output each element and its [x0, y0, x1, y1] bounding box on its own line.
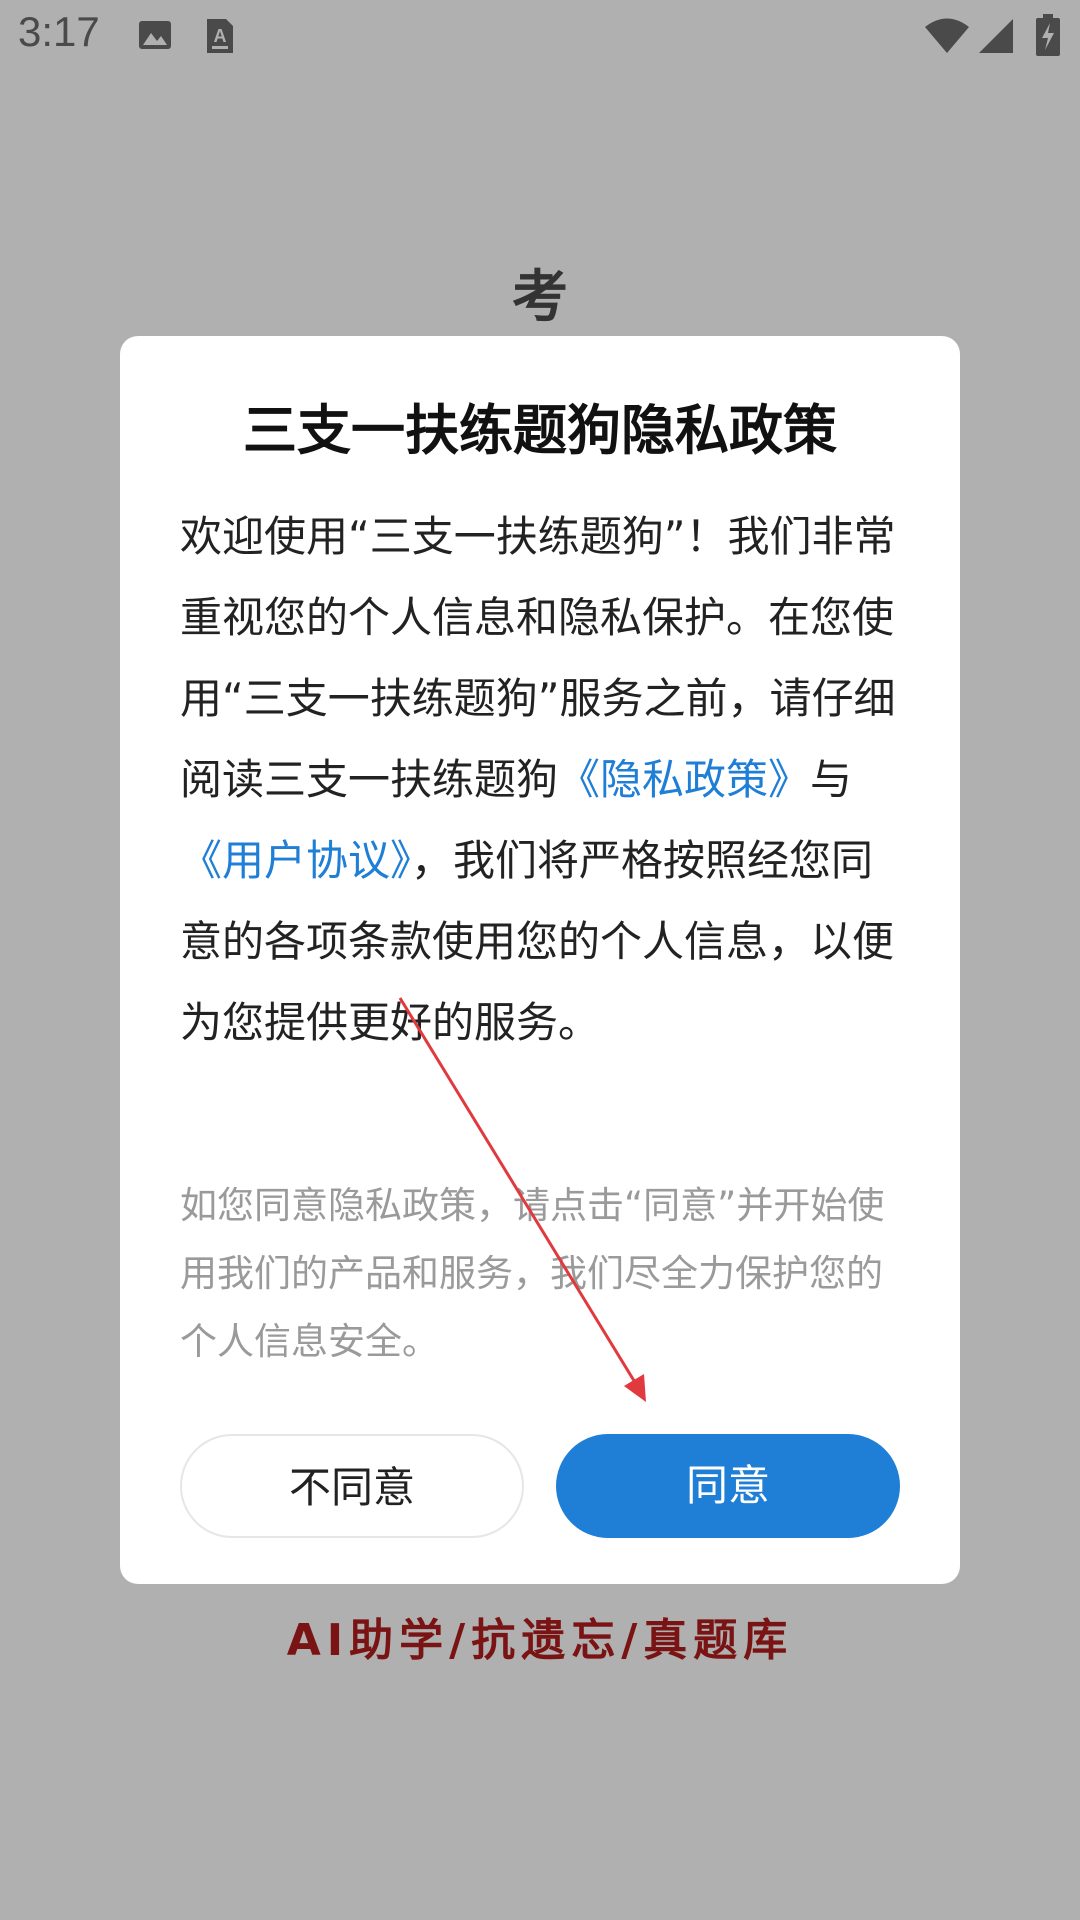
image-notification-icon [138, 18, 172, 56]
user-agreement-link[interactable]: 《用户协议》 [180, 836, 411, 885]
disagree-button[interactable]: 不同意 [180, 1434, 524, 1538]
privacy-policy-link[interactable]: 《隐私政策》 [558, 755, 810, 804]
dialog-body: 欢迎使用“三支一扶练题狗”！我们非常重视您的个人信息和隐私保护。在您使用“三支一… [180, 496, 900, 1063]
privacy-dialog: 三支一扶练题狗隐私政策 欢迎使用“三支一扶练题狗”！我们非常重视您的个人信息和隐… [120, 336, 960, 1584]
dialog-title: 三支一扶练题狗隐私政策 [243, 399, 837, 462]
dialog-body-and: 与 [810, 755, 853, 804]
agree-button[interactable]: 同意 [556, 1434, 900, 1538]
svg-text:A: A [214, 26, 227, 46]
wifi-icon [924, 18, 970, 58]
status-bar: 3:17 A [0, 0, 1080, 72]
signal-icon [978, 18, 1014, 58]
splash-title: 考 [512, 265, 568, 330]
status-time: 3:17 [18, 8, 100, 55]
dialog-note: 如您同意隐私政策，请点击“同意”并开始使用我们的产品和服务，我们尽全力保护您的个… [180, 1184, 885, 1363]
battery-charging-icon [1036, 14, 1060, 60]
splash-tagline: AI助学/抗遗忘/真题库 [286, 1615, 794, 1666]
text-notification-icon: A [204, 18, 236, 58]
